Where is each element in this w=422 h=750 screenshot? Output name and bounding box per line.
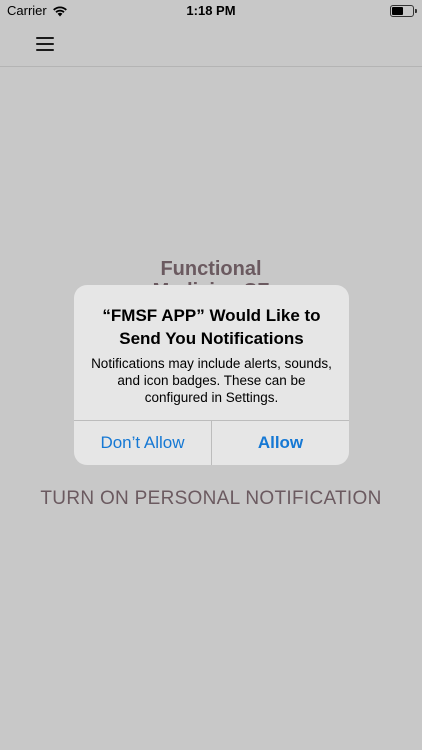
battery-level-fill (392, 7, 403, 15)
hamburger-menu-icon[interactable] (36, 37, 54, 51)
alert-actions: Don’t Allow Allow (74, 420, 349, 465)
dont-allow-button[interactable]: Don’t Allow (74, 421, 211, 465)
turn-on-notification-button[interactable]: TURN ON PERSONAL NOTIFICATION (0, 488, 422, 510)
notification-permission-alert: “FMSF APP” Would Like to Send You Notifi… (74, 285, 349, 465)
battery-icon (390, 5, 417, 17)
allow-button[interactable]: Allow (211, 421, 349, 465)
status-bar: Carrier 1:18 PM (0, 0, 422, 22)
status-time: 1:18 PM (186, 3, 236, 18)
navigation-bar (0, 22, 422, 67)
alert-message: Notifications may include alerts, sounds… (91, 356, 332, 405)
logo-line-1: Functional (160, 258, 262, 280)
alert-title: “FMSF APP” Would Like to Send You Notifi… (102, 306, 321, 348)
